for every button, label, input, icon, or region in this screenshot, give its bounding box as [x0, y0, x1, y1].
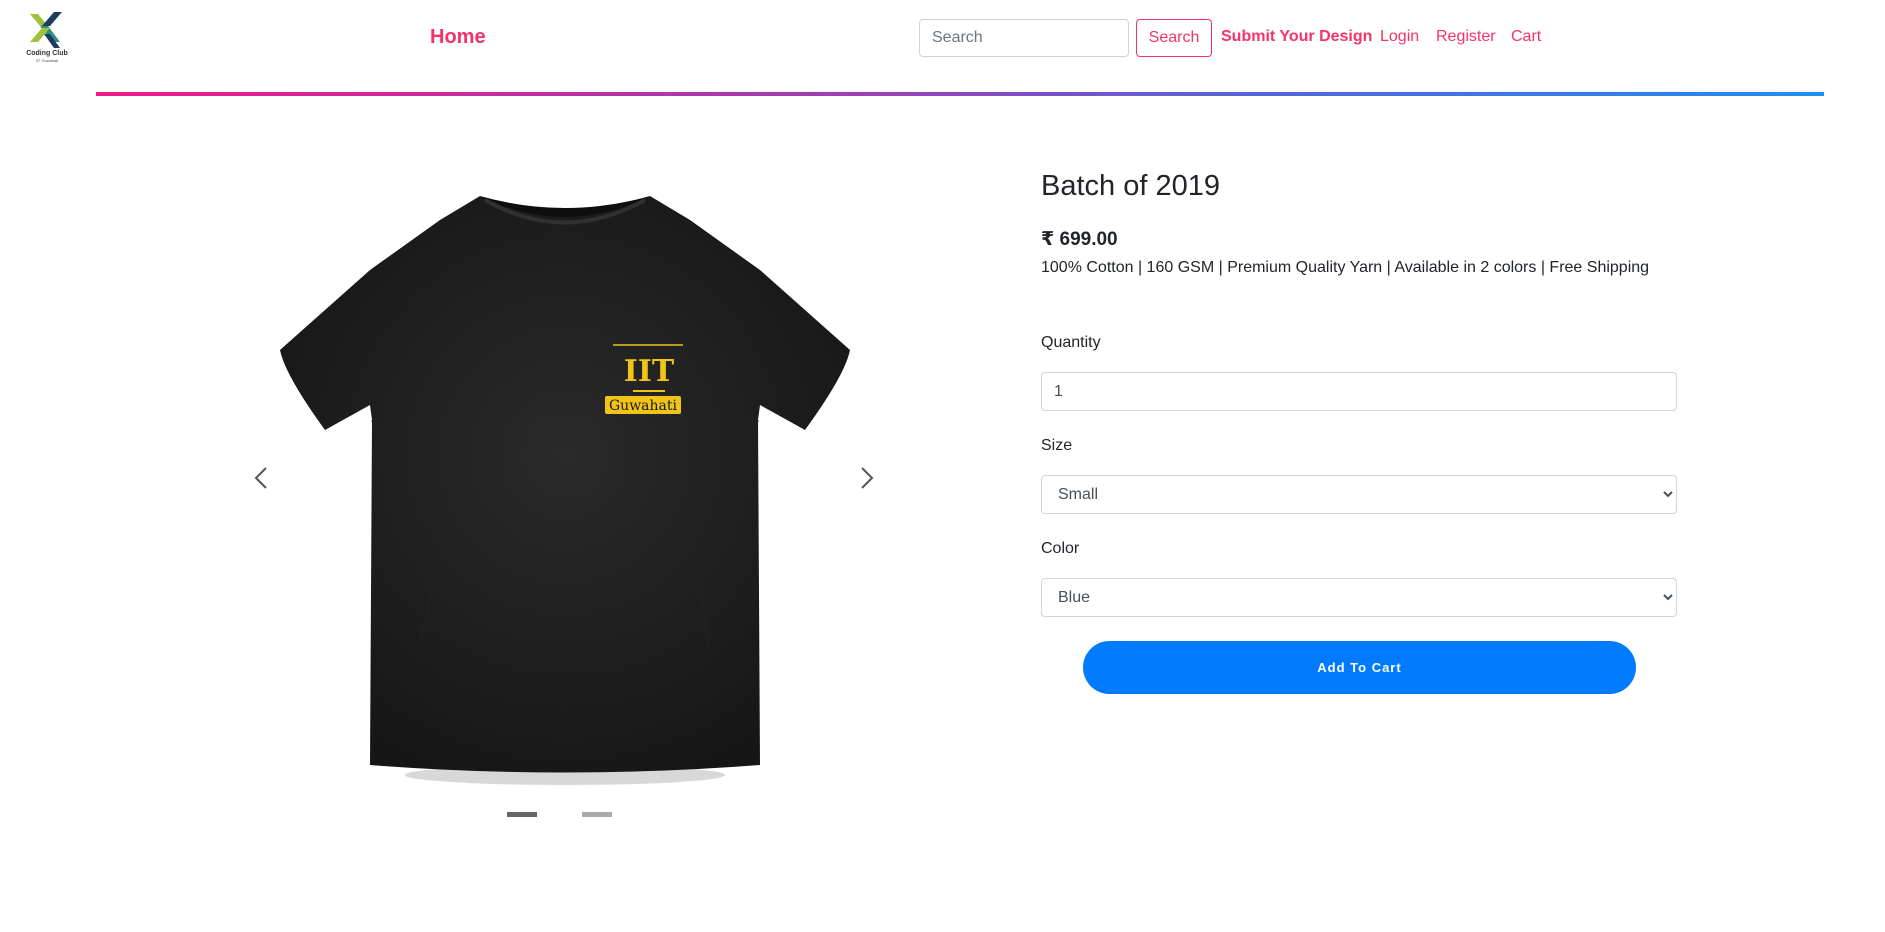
carousel-prev-button[interactable] — [246, 458, 276, 498]
carousel-indicator-1[interactable] — [507, 812, 537, 817]
product-price: ₹ 699.00 — [1041, 228, 1677, 251]
logo-mark-icon — [30, 12, 62, 48]
product-image-carousel: IIT Guwahati — [230, 160, 900, 830]
shirt-logo-badge: Guwahati — [609, 398, 678, 414]
product-details: Batch of 2019 ₹ 699.00 100% Cotton | 160… — [1041, 168, 1677, 277]
carousel-next-button[interactable] — [852, 458, 882, 498]
nav-login-link[interactable]: Login — [1380, 28, 1419, 46]
currency-symbol: ₹ — [1041, 229, 1055, 250]
product-description: 100% Cotton | 160 GSM | Premium Quality … — [1041, 259, 1650, 276]
logo-text: Coding Club — [26, 50, 68, 57]
search-input[interactable] — [919, 19, 1129, 57]
quantity-input[interactable] — [1041, 372, 1677, 411]
coding-club-logo[interactable]: Coding Club IIT Guwahati — [24, 12, 70, 64]
add-to-cart-button[interactable]: Add To Cart — [1083, 641, 1636, 694]
nav-home-link[interactable]: Home — [430, 26, 486, 49]
color-select[interactable]: Blue — [1041, 578, 1677, 617]
product-image: IIT Guwahati — [260, 190, 870, 790]
nav-cart-link[interactable]: Cart — [1511, 28, 1541, 46]
carousel-indicator-2[interactable] — [582, 812, 612, 817]
header-divider — [96, 92, 1824, 96]
chevron-right-icon — [861, 467, 874, 489]
nav-submit-design-link[interactable]: Submit Your Design — [1221, 28, 1372, 46]
chevron-left-icon — [254, 467, 267, 489]
product-title: Batch of 2019 — [1041, 170, 1220, 202]
color-label: Color — [1041, 540, 1080, 557]
size-select[interactable]: Small — [1041, 475, 1677, 514]
shirt-logo-main: IIT — [624, 354, 675, 389]
price-value: 699.00 — [1059, 229, 1118, 250]
search-button[interactable]: Search — [1136, 19, 1212, 57]
size-label: Size — [1041, 437, 1073, 454]
nav-register-link[interactable]: Register — [1436, 28, 1496, 46]
quantity-label: Quantity — [1041, 334, 1101, 351]
logo-subtext: IIT Guwahati — [35, 58, 59, 63]
navbar: Coding Club IIT Guwahati Home Search Sub… — [0, 0, 1885, 96]
